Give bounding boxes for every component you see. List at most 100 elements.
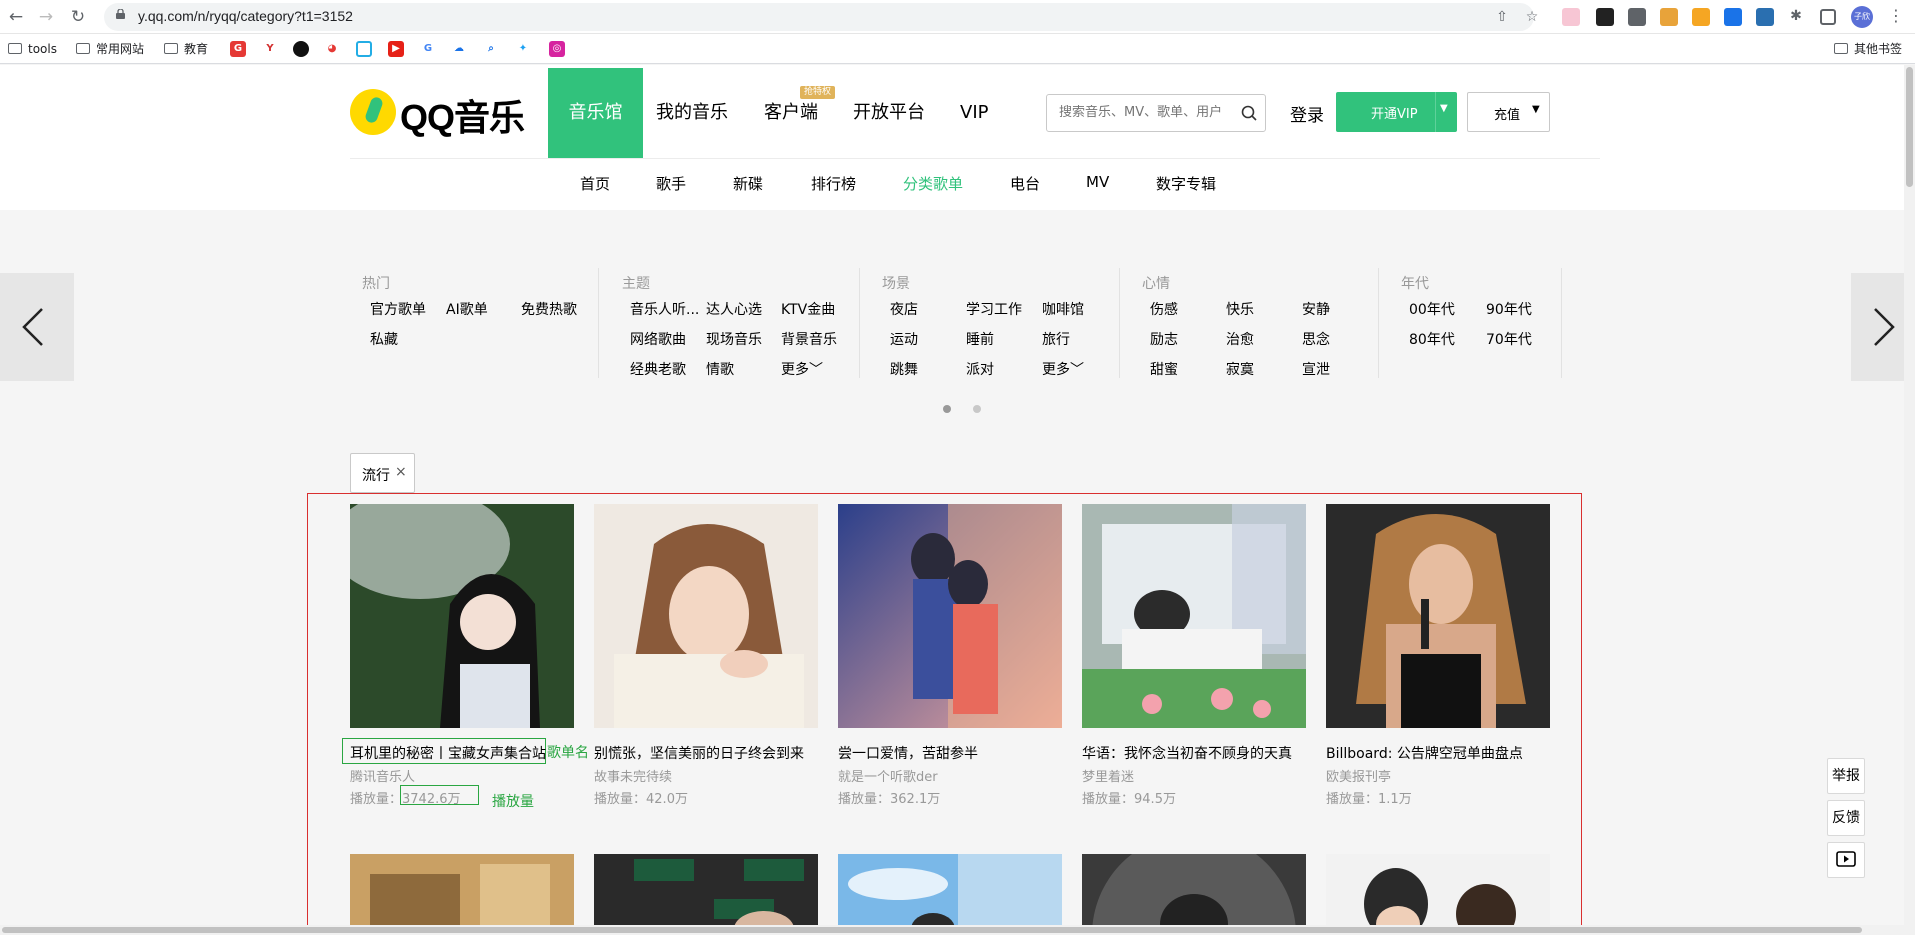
category-item[interactable]: 安静 xyxy=(1302,299,1330,319)
cloud-icon[interactable]: ☁ xyxy=(451,41,467,57)
playlist-title[interactable]: Billboard: 公告牌空冠单曲盘点 xyxy=(1326,743,1523,763)
selected-tag[interactable]: 流行 × xyxy=(350,453,415,493)
category-item[interactable]: 睡前 xyxy=(966,329,994,349)
subnav-singer[interactable]: 歌手 xyxy=(656,173,686,194)
category-item[interactable]: 励志 xyxy=(1150,329,1178,349)
nav-vip[interactable]: VIP xyxy=(960,68,988,158)
scrollbar-thumb[interactable] xyxy=(1906,67,1913,187)
category-item[interactable]: 治愈 xyxy=(1226,329,1254,349)
subnav-radio[interactable]: 电台 xyxy=(1010,173,1040,194)
subnav-category-playlists[interactable]: 分类歌单 xyxy=(903,173,963,194)
extension-icon-5[interactable] xyxy=(1724,8,1742,26)
play-video-button[interactable] xyxy=(1827,842,1865,878)
category-item[interactable]: 现场音乐 xyxy=(706,329,762,349)
bookmark-icon-g[interactable]: G xyxy=(230,41,246,57)
subnav-new-album[interactable]: 新碟 xyxy=(733,173,763,194)
playlist-author[interactable]: 梦里着迷 xyxy=(1082,766,1134,785)
category-item[interactable]: 00年代 xyxy=(1409,299,1455,319)
extension-icon-4[interactable] xyxy=(1692,8,1710,26)
category-more-scene[interactable]: 更多﹀ xyxy=(1042,359,1084,379)
extension-icon-3[interactable] xyxy=(1660,8,1678,26)
playlist-title[interactable]: 华语：我怀念当初奋不顾身的天真 xyxy=(1082,743,1292,763)
category-item[interactable]: 伤感 xyxy=(1150,299,1178,319)
search-bookmark-icon[interactable]: ⌕ xyxy=(483,41,499,57)
playlist-title[interactable]: 尝一口爱情，苦甜参半 xyxy=(838,743,978,763)
playlist-author[interactable]: 腾讯音乐人 xyxy=(350,766,415,785)
category-item[interactable]: 背景音乐 xyxy=(781,329,837,349)
lock-icon[interactable] xyxy=(116,9,125,19)
search-box[interactable] xyxy=(1046,94,1266,132)
forward-icon[interactable]: → xyxy=(34,5,58,29)
recharge-button[interactable]: 充值 ▼ xyxy=(1467,92,1550,132)
category-item[interactable]: 达人心选 xyxy=(706,299,762,319)
category-item[interactable]: 网络歌曲 xyxy=(630,329,686,349)
login-link[interactable]: 登录 xyxy=(1290,101,1324,126)
qq-music-logo-icon[interactable] xyxy=(350,89,396,135)
search-icon[interactable] xyxy=(1241,105,1257,121)
instagram-icon[interactable]: ◎ xyxy=(549,41,565,57)
category-item[interactable]: 派对 xyxy=(966,359,994,379)
scrollbar-thumb[interactable] xyxy=(2,927,1862,933)
report-button[interactable]: 举报 xyxy=(1827,758,1865,794)
playlist-cover[interactable] xyxy=(1326,854,1550,935)
logo-text[interactable]: QQ音乐 xyxy=(400,89,525,141)
share-icon[interactable]: ⇧ xyxy=(1494,9,1510,25)
category-item[interactable]: 80年代 xyxy=(1409,329,1455,349)
twitter-icon[interactable]: ✦ xyxy=(515,41,531,57)
playlist-cover[interactable] xyxy=(838,504,1062,728)
nav-client[interactable]: 客户端 xyxy=(764,68,818,158)
bookmark-folder-tools[interactable]: tools xyxy=(8,40,57,58)
extension-icon-2[interactable] xyxy=(1596,8,1614,26)
category-item[interactable]: 甜蜜 xyxy=(1150,359,1178,379)
nav-open-platform[interactable]: 开放平台 xyxy=(853,68,925,158)
playlist-cover[interactable] xyxy=(838,854,1062,935)
category-item[interactable]: 旅行 xyxy=(1042,329,1070,349)
category-item[interactable]: 音乐人听... xyxy=(630,299,699,319)
nav-music-hall[interactable]: 音乐馆 xyxy=(548,68,643,158)
caret-down-icon[interactable]: ▼ xyxy=(1440,103,1448,114)
subnav-mv[interactable]: MV xyxy=(1086,173,1109,191)
subnav-charts[interactable]: 排行榜 xyxy=(811,173,856,194)
nav-my-music[interactable]: 我的音乐 xyxy=(656,68,728,158)
subnav-home[interactable]: 首页 xyxy=(580,173,610,194)
feedback-button[interactable]: 反馈 xyxy=(1827,800,1865,836)
search-input[interactable] xyxy=(1059,105,1234,120)
download-icon[interactable] xyxy=(1628,8,1646,26)
playlist-cover[interactable] xyxy=(1326,504,1550,728)
playlist-cover[interactable] xyxy=(594,854,818,935)
playlist-author[interactable]: 就是一个听歌der xyxy=(838,766,938,785)
close-icon[interactable]: × xyxy=(395,464,407,480)
extensions-puzzle-icon[interactable]: ✱ xyxy=(1788,8,1804,24)
category-item[interactable]: 90年代 xyxy=(1486,299,1532,319)
back-icon[interactable]: ← xyxy=(4,5,28,29)
playlist-title[interactable]: 别慌张，坚信美丽的日子终会到来 xyxy=(594,743,804,763)
sidepanel-icon[interactable] xyxy=(1820,9,1836,25)
category-item[interactable]: 情歌 xyxy=(706,359,734,379)
category-item[interactable]: 运动 xyxy=(890,329,918,349)
url-text[interactable]: y.qq.com/n/ryqq/category?t1=3152 xyxy=(138,8,353,24)
category-item[interactable]: 70年代 xyxy=(1486,329,1532,349)
category-item[interactable]: 官方歌单 xyxy=(370,299,426,319)
vertical-scrollbar[interactable] xyxy=(1904,65,1915,935)
category-item[interactable]: AI歌单 xyxy=(446,299,488,319)
category-more-theme[interactable]: 更多﹀ xyxy=(781,359,823,379)
extension-icon-1[interactable] xyxy=(1562,8,1580,26)
subnav-digital-album[interactable]: 数字专辑 xyxy=(1156,173,1216,194)
category-item[interactable]: 跳舞 xyxy=(890,359,918,379)
playlist-cover[interactable] xyxy=(350,854,574,935)
reload-icon[interactable]: ↻ xyxy=(66,5,90,29)
playlist-cover[interactable] xyxy=(594,504,818,728)
playlist-cover[interactable] xyxy=(350,504,574,728)
profile-avatar[interactable]: 子欣 xyxy=(1851,6,1873,28)
extension-icon-6[interactable] xyxy=(1756,8,1774,26)
carousel-prev-button[interactable] xyxy=(0,273,74,381)
playlist-cover[interactable] xyxy=(1082,854,1306,935)
bilibili-icon[interactable] xyxy=(356,41,372,57)
category-item[interactable]: 寂寞 xyxy=(1226,359,1254,379)
caret-down-icon[interactable]: ▼ xyxy=(1532,104,1540,115)
category-item[interactable]: 经典老歌 xyxy=(630,359,686,379)
category-item[interactable]: 免费热歌 xyxy=(521,299,577,319)
category-item[interactable]: 宣泄 xyxy=(1302,359,1330,379)
weibo-icon[interactable]: ◕ xyxy=(324,41,340,57)
carousel-dot-2[interactable] xyxy=(973,405,981,413)
